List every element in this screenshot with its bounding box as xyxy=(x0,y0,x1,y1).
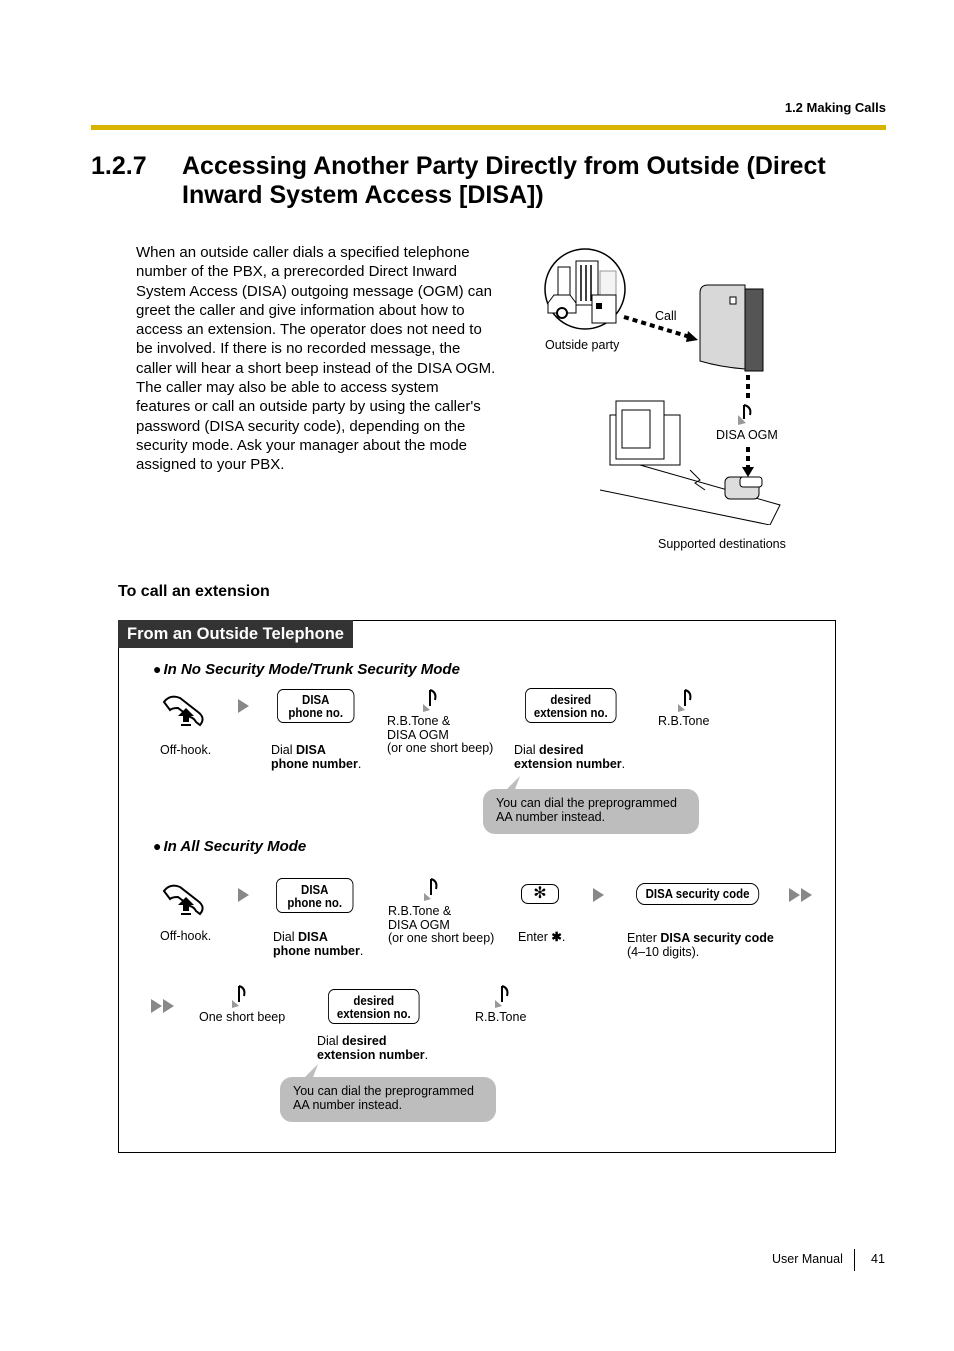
tone-icon xyxy=(423,689,437,712)
continue-arrow-icon xyxy=(789,888,813,902)
section-number: 1.2.7 xyxy=(91,152,147,180)
step-arrow-icon xyxy=(238,888,249,902)
key-star: ✻ xyxy=(521,884,559,904)
key-desired-extension: desired extension no. xyxy=(328,989,420,1024)
intro-paragraph-1: When an outside caller dials a specified… xyxy=(136,244,496,377)
section-title: Accessing Another Party Directly from Ou… xyxy=(182,152,826,209)
outside-party-icon xyxy=(544,248,626,330)
mode2-note: You can dial the preprogrammed AA number… xyxy=(280,1077,496,1122)
mode1-heading: ● In No Security Mode/Trunk Security Mode xyxy=(153,661,460,678)
offhook-icon xyxy=(162,695,204,727)
key-disa-phone-no: DISA phone no. xyxy=(276,878,354,913)
intro-paragraph-2: The caller may also be able to access sy… xyxy=(136,379,481,474)
mode1-note: You can dial the preprogrammed AA number… xyxy=(483,789,699,834)
tone-icon xyxy=(495,985,509,1008)
tone-icon xyxy=(232,985,246,1008)
bullet-icon: ● xyxy=(153,661,162,677)
mode1-heading-text: In No Security Mode/Trunk Security Mode xyxy=(163,661,460,678)
step-arrow-icon xyxy=(238,699,249,713)
mode2-enter-star-label: Enter ✱. xyxy=(518,930,566,944)
offhook-icon xyxy=(162,884,204,916)
bullet-icon: ● xyxy=(153,838,162,854)
supported-destinations-icon xyxy=(599,400,781,525)
footer-separator xyxy=(854,1249,855,1271)
procedure-tab: From an Outside Telephone xyxy=(118,620,353,648)
key-line: extension no. xyxy=(336,1006,411,1021)
key-desired-extension: desired extension no. xyxy=(525,688,617,723)
key-disa-security-code: DISA security code xyxy=(636,883,760,905)
disa-illustration xyxy=(544,248,781,525)
footer-label: User Manual xyxy=(772,1252,843,1266)
header-section-ref: 1.2 Making Calls xyxy=(784,100,886,115)
mode2-tone2-label: R.B.Tone xyxy=(475,1010,527,1024)
pbx-unit-icon xyxy=(699,284,764,372)
mode1-offhook-label: Off-hook. xyxy=(160,743,212,757)
mode1-tone1-label: R.B.Tone & DISA OGM (or one short beep) xyxy=(387,714,494,755)
supported-destinations-label: Supported destinations xyxy=(658,537,786,551)
tone-icon xyxy=(424,878,438,901)
mode2-enter-code-label: Enter DISA security code (4–10 digits). xyxy=(627,931,774,959)
mode1-dial-disa-label: Dial DISA phone number. xyxy=(271,743,362,771)
outside-party-label: Outside party xyxy=(545,338,620,352)
mode2-heading-text: In All Security Mode xyxy=(163,838,307,855)
continue-arrow-icon xyxy=(151,999,175,1013)
mode1-tone2-label: R.B.Tone xyxy=(658,714,710,728)
key-disa-phone-no: DISA phone no. xyxy=(277,689,355,723)
subheading: To call an extension xyxy=(118,583,270,600)
mode2-dial-ext-label: Dial desired extension number. xyxy=(317,1034,429,1062)
call-arrow-icon xyxy=(686,331,698,342)
mode2-heading: ● In All Security Mode xyxy=(153,838,306,855)
call-label: Call xyxy=(655,309,677,323)
key-line: phone no. xyxy=(288,705,344,720)
mode1-dial-ext-label: Dial desired extension number. xyxy=(514,743,626,771)
key-line: extension no. xyxy=(533,705,608,720)
mode2-dial-disa-label: Dial DISA phone number. xyxy=(273,930,364,958)
intro-text: When an outside caller dials a specified… xyxy=(136,243,496,475)
step-arrow-icon xyxy=(593,888,604,902)
disa-ogm-label: DISA OGM xyxy=(716,428,778,442)
mode2-offhook-label: Off-hook. xyxy=(160,929,212,943)
mode2-short-beep-label: One short beep xyxy=(199,1010,286,1024)
mode2-tone1-label: R.B.Tone & DISA OGM (or one short beep) xyxy=(388,904,495,945)
music-note-icon xyxy=(738,404,752,425)
header-rule xyxy=(91,125,886,130)
page-number: 41 xyxy=(871,1252,885,1266)
tone-icon xyxy=(678,689,692,712)
key-line: phone no. xyxy=(287,895,343,910)
